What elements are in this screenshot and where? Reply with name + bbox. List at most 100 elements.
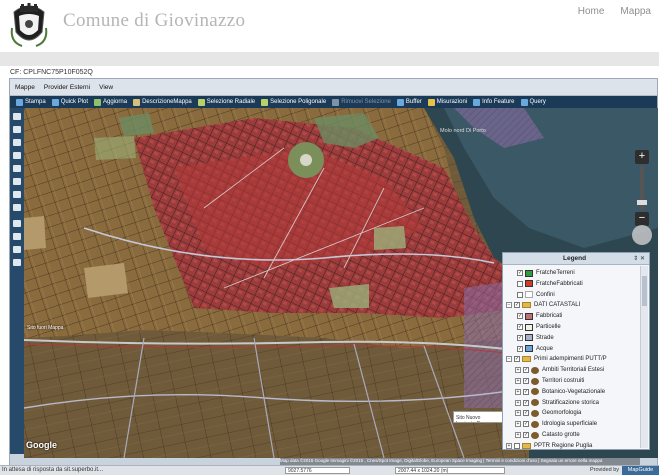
legend-scrollbar[interactable] xyxy=(640,266,648,448)
legend-checkbox[interactable]: ✓ xyxy=(523,378,529,384)
print-icon xyxy=(16,98,23,106)
legend-checkbox[interactable] xyxy=(517,280,523,287)
toolbar-button-label: Buffer xyxy=(405,99,422,105)
legend-item-label: Geomorfologia xyxy=(542,410,582,417)
zoom-out-button[interactable]: − xyxy=(635,212,649,226)
legend-checkbox[interactable]: ✓ xyxy=(517,313,523,320)
zoom-rect-tool-icon[interactable] xyxy=(13,165,21,172)
legend-checkbox[interactable]: ✓ xyxy=(514,302,520,309)
zoom-in-button[interactable]: + xyxy=(635,150,649,164)
menu-mappe[interactable]: Mappe xyxy=(15,84,35,91)
legend-item[interactable]: ✓ Fabbricati xyxy=(517,311,562,321)
legend-item-label: Idrologia superficiale xyxy=(542,421,598,428)
toolbar-button-label: Rimuovi Selezione xyxy=(341,99,391,105)
legend-scroll-thumb[interactable] xyxy=(642,276,647,306)
expand-toggle-icon[interactable]: + xyxy=(515,421,521,428)
toolbar-stampa-button[interactable]: Stampa xyxy=(16,98,46,106)
expand-toggle-icon[interactable]: + xyxy=(515,388,521,395)
legend-item[interactable]: + ✓ Catasto grotte xyxy=(515,430,580,440)
legend-item-label: Particelle xyxy=(536,324,561,330)
legend-swatch-icon xyxy=(525,280,533,288)
toolbar-query-button[interactable]: Query xyxy=(520,98,546,106)
toolbar-descrizionemappa-button[interactable]: DescrizioneMappa xyxy=(133,98,192,106)
legend-item-label: FratcheFabbricati xyxy=(536,280,583,287)
legend-item[interactable]: + ✓ Idrologia superficiale xyxy=(515,419,597,429)
nav-home-link[interactable]: Home xyxy=(570,6,613,17)
expand-toggle-icon[interactable]: + xyxy=(506,442,512,449)
legend-item[interactable]: ✓ Particelle xyxy=(517,322,561,332)
legend-window-controls[interactable]: ⇕ ✕ xyxy=(633,255,645,262)
legend-item[interactable]: + ✓ Ambiti Territoriali Estesi xyxy=(515,365,604,375)
layers-tool-icon[interactable] xyxy=(13,220,21,227)
legend-checkbox[interactable]: ✓ xyxy=(523,432,529,438)
legend-item[interactable]: Confini xyxy=(517,290,555,300)
pan-tool-icon[interactable] xyxy=(13,113,21,120)
layer-group-icon xyxy=(531,377,539,385)
legend-item[interactable]: + ✓ Territori costruiti xyxy=(515,376,584,386)
zoom-out-tool-icon[interactable] xyxy=(13,152,21,159)
legend-item[interactable]: − ✓ DATI CATASTALI xyxy=(506,300,580,310)
legend-item[interactable]: ✓ Acque xyxy=(517,344,553,354)
menu-view[interactable]: View xyxy=(99,84,113,91)
expand-toggle-icon[interactable]: + xyxy=(515,399,521,406)
previous-view-icon[interactable] xyxy=(13,178,21,185)
properties-tool-icon[interactable] xyxy=(13,233,21,240)
legend-item-label: DATI CATASTALI xyxy=(534,302,581,309)
initial-view-icon[interactable] xyxy=(13,204,21,211)
toolbar-quick-plot-button[interactable]: Quick Plot xyxy=(51,98,88,106)
toolbar-buffer-button[interactable]: Buffer xyxy=(396,98,422,106)
nav-mappa-link[interactable]: Mappa xyxy=(612,6,659,17)
legend-item[interactable]: + ✓ Geomorfologia xyxy=(515,408,581,418)
zoom-slider[interactable] xyxy=(637,166,647,210)
legend-checkbox[interactable]: ✓ xyxy=(517,270,523,276)
legend-checkbox[interactable]: ✓ xyxy=(523,367,529,374)
select-tool-icon[interactable] xyxy=(13,126,21,133)
toolbar: Stampa Quick Plot Aggiorna DescrizioneMappa… xyxy=(10,96,657,108)
legend-checkbox[interactable] xyxy=(514,442,520,449)
toolbar-aggiorna-button[interactable]: Aggiorna xyxy=(94,98,128,106)
expand-toggle-icon[interactable]: + xyxy=(515,410,521,417)
plot-icon xyxy=(51,98,59,106)
layer-group-icon xyxy=(531,409,539,417)
toolbar-info-feature-button[interactable]: Info Feature xyxy=(473,98,515,106)
toolbar-button-label: Aggiorna xyxy=(103,99,128,105)
info-icon xyxy=(473,98,481,106)
legend-checkbox[interactable]: ✓ xyxy=(517,345,523,352)
legend-item[interactable]: + PPTR Regione Puglia xyxy=(506,441,592,450)
folder-icon xyxy=(522,356,531,363)
expand-toggle-icon[interactable]: + xyxy=(515,378,521,384)
clear-select-icon xyxy=(332,98,340,106)
menu-bar: Mappe Provider Esterni View xyxy=(10,79,657,96)
zoom-slider-thumb[interactable] xyxy=(637,200,647,205)
expand-toggle-icon[interactable]: − xyxy=(506,302,512,309)
legend-checkbox[interactable] xyxy=(517,291,523,298)
help-tool-icon[interactable] xyxy=(13,259,21,266)
legend-checkbox[interactable]: ✓ xyxy=(517,334,523,341)
expand-toggle-icon[interactable]: + xyxy=(515,432,521,438)
toolbar-misurazioni-button[interactable]: Misurazioni xyxy=(427,98,467,106)
legend-checkbox[interactable]: ✓ xyxy=(523,399,529,406)
legend-checkbox[interactable]: ✓ xyxy=(523,388,529,395)
toolbar-selezione-radiale-button[interactable]: Selezione Radiale xyxy=(197,98,255,106)
legend-item[interactable]: FratcheFabbricati xyxy=(517,279,583,289)
next-view-icon[interactable] xyxy=(13,191,21,198)
legend-checkbox[interactable]: ✓ xyxy=(523,421,529,428)
legend-checkbox[interactable]: ✓ xyxy=(517,324,523,330)
legend-item[interactable]: + ✓ Botanico-Vegetazionale xyxy=(515,387,605,397)
expand-toggle-icon[interactable]: − xyxy=(506,356,512,363)
legend-checkbox[interactable]: ✓ xyxy=(523,410,529,417)
expand-toggle-icon[interactable]: + xyxy=(515,367,521,374)
google-logo: Google xyxy=(26,440,57,450)
overview-tool-icon[interactable] xyxy=(13,246,21,253)
menu-provider-esterni[interactable]: Provider Esterni xyxy=(44,84,90,91)
legend-item[interactable]: − ✓ Primi adempimenti PUTT/P xyxy=(506,354,607,364)
pan-compass-icon[interactable] xyxy=(632,225,652,245)
legend-item[interactable]: ✓ Strade xyxy=(517,333,554,343)
legend-item[interactable]: + ✓ Stratificazione storica xyxy=(515,398,599,408)
zoom-in-tool-icon[interactable] xyxy=(13,139,21,146)
toolbar-selezione-poligonale-button[interactable]: Selezione Poligonale xyxy=(261,98,326,106)
legend-checkbox[interactable]: ✓ xyxy=(514,356,520,363)
toolbar-rimuovi-selezione-button[interactable]: Rimuovi Selezione xyxy=(332,98,391,106)
legend-item[interactable]: ✓ FratcheTerreni xyxy=(517,268,575,278)
radial-select-icon xyxy=(197,98,205,106)
